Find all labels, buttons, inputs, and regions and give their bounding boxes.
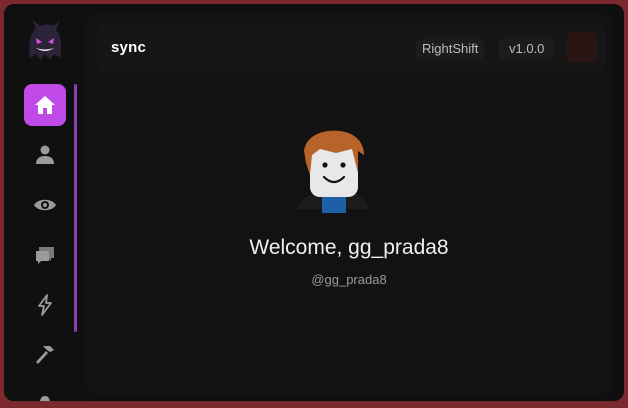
ghost-logo-icon <box>22 18 68 64</box>
user-icon <box>36 145 54 164</box>
app-title: sync <box>111 39 146 56</box>
nav-visuals[interactable] <box>24 184 66 226</box>
close-button[interactable] <box>567 32 597 62</box>
app-window: sync RightShift v1.0.0 Welcome, gg_prada… <box>4 4 624 401</box>
chat-icon <box>36 247 54 264</box>
keybind-badge[interactable]: RightShift <box>416 39 485 59</box>
username-handle: @gg_prada8 <box>311 272 387 287</box>
avatar <box>292 129 376 219</box>
welcome-text: Welcome, gg_prada8 <box>249 236 449 259</box>
home-icon <box>35 96 55 114</box>
hammer-icon <box>36 346 54 364</box>
lightning-icon <box>38 294 52 316</box>
nav-exploits[interactable] <box>24 284 66 326</box>
nav-tools[interactable] <box>24 334 66 376</box>
nav-more[interactable] <box>24 384 66 401</box>
nav-home[interactable] <box>24 84 66 126</box>
nav-player[interactable] <box>24 134 66 176</box>
sidebar-scrollbar[interactable] <box>74 84 77 332</box>
sidebar <box>4 4 84 401</box>
main-panel: sync RightShift v1.0.0 Welcome, gg_prada… <box>84 14 614 394</box>
eye-icon <box>34 199 56 211</box>
top-bar: sync RightShift v1.0.0 <box>96 24 606 72</box>
version-badge: v1.0.0 <box>499 39 555 59</box>
bell-icon <box>40 396 50 401</box>
nav-chat[interactable] <box>24 234 66 276</box>
